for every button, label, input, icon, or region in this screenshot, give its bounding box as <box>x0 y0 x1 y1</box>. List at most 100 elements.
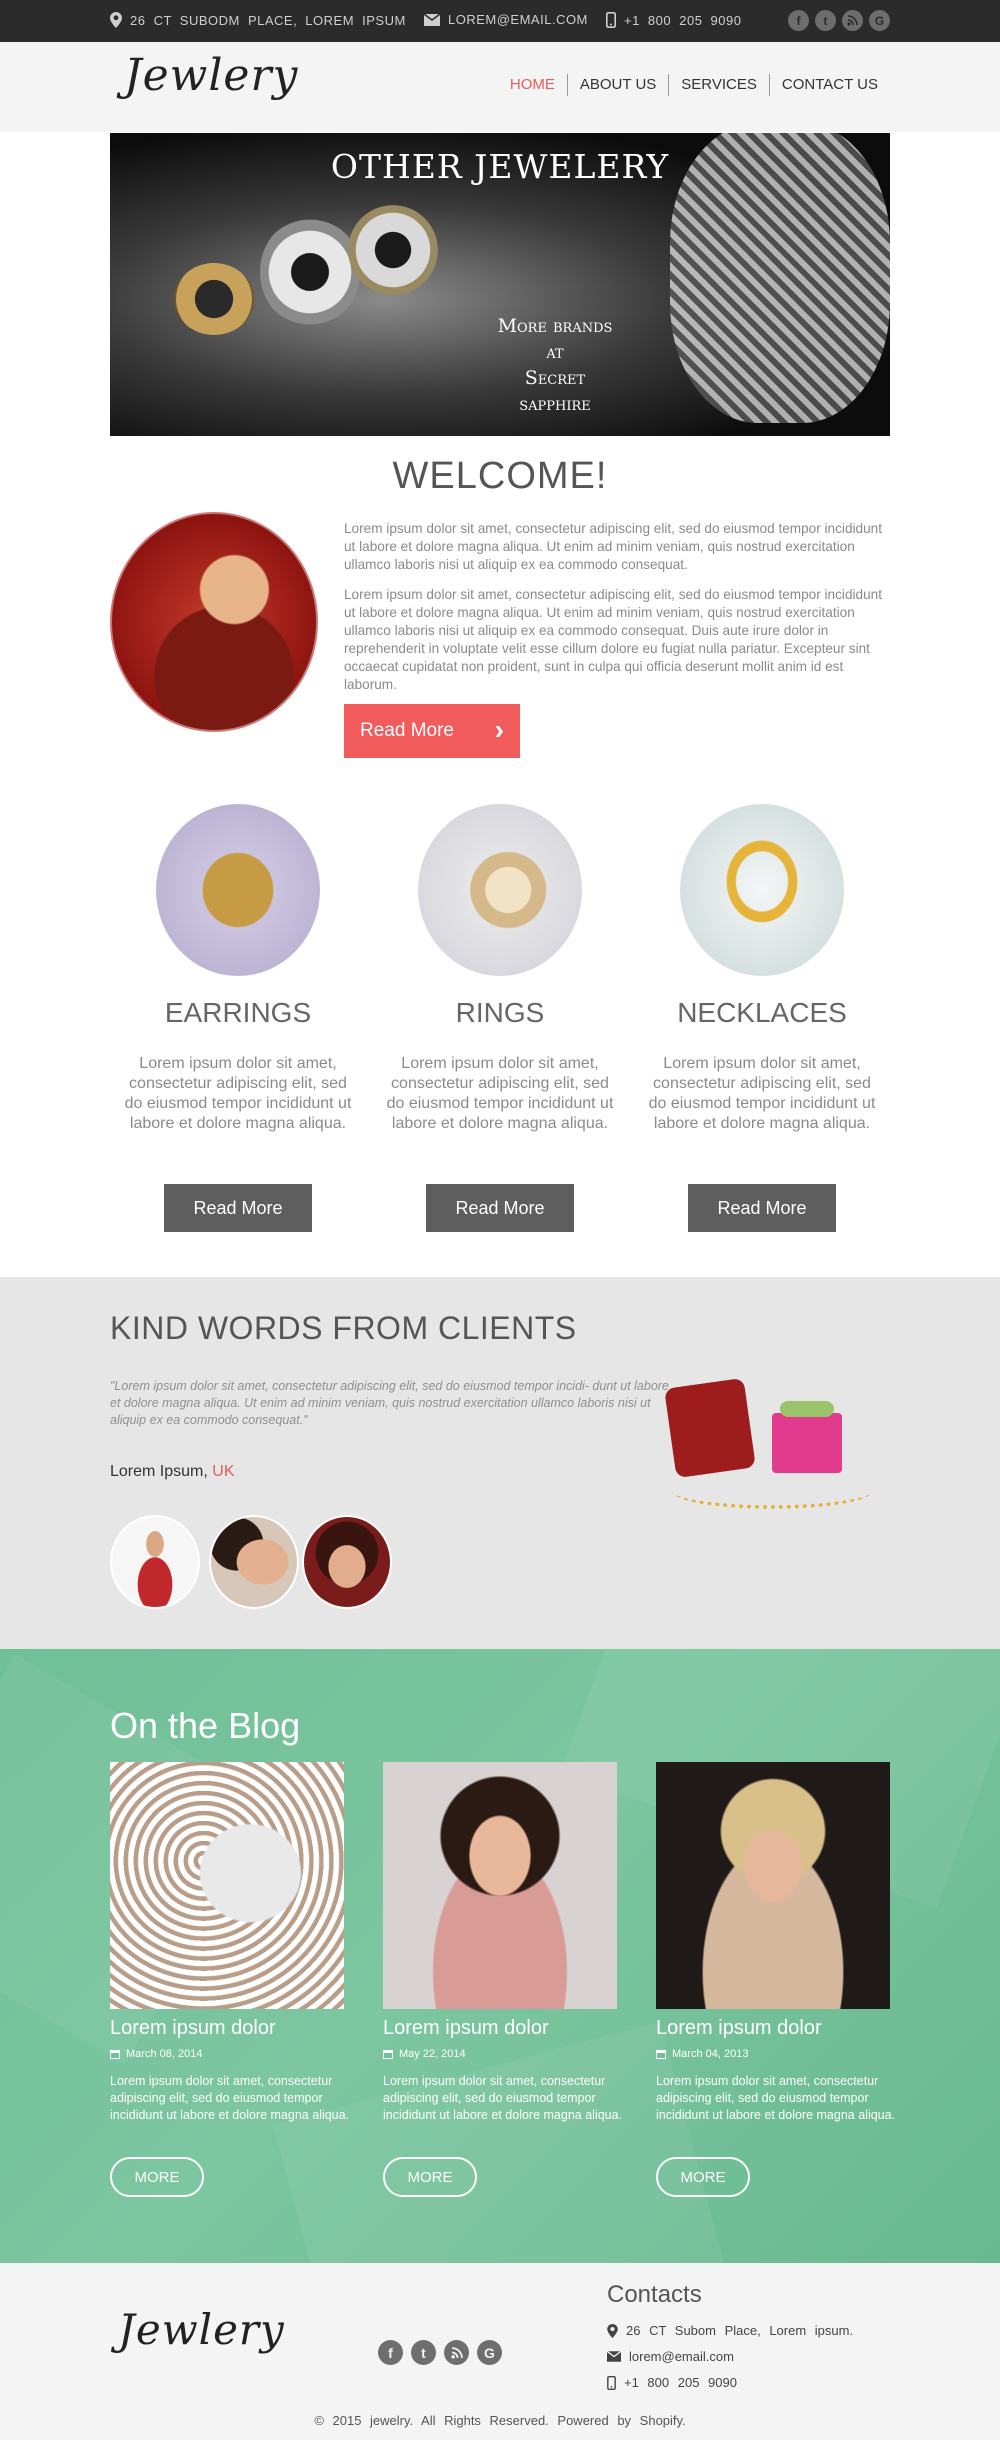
testimonials-section: KIND WORDS FROM CLIENTS "Lorem ipsum dol… <box>0 1277 1000 1649</box>
topbar-address: 26 CT SUBODM PLACE, LOREM IPSUM <box>130 12 406 28</box>
site-logo[interactable]: Jewlery <box>124 50 298 101</box>
ring-image <box>260 217 360 327</box>
calendar-icon <box>110 2050 120 2059</box>
blog-post-image[interactable] <box>110 1762 344 2009</box>
banner-subtitle-line: at <box>546 341 564 363</box>
blog-post-image[interactable] <box>656 1762 890 2009</box>
button-label: Read More <box>360 720 454 741</box>
rings-read-more-button[interactable]: Read More <box>426 1184 574 1232</box>
nav-about-us[interactable]: ABOUT US <box>566 74 668 96</box>
date-text: March 08, 2014 <box>126 2048 203 2060</box>
envelope-icon <box>424 13 440 26</box>
map-pin-icon <box>607 2323 618 2338</box>
envelope-icon <box>607 2351 621 2362</box>
calendar-icon <box>656 2050 666 2059</box>
google-plus-icon[interactable]: G <box>869 10 890 31</box>
banner-subtitle-line: Secret <box>524 367 586 389</box>
topbar-social-links: f t G <box>788 10 890 31</box>
phone-text: +1 800 205 9090 <box>624 2375 737 2390</box>
blog-post-title[interactable]: Lorem ipsum dolor <box>383 2017 549 2040</box>
topbar-email: LOREM@EMAIL.COM <box>448 12 588 27</box>
client-avatar[interactable] <box>302 1515 392 1609</box>
site-header: Jewlery HOME ABOUT US SERVICES CONTACT U… <box>0 42 1000 132</box>
banner-subtitle: More brands at Secret sapphire <box>480 313 630 417</box>
rss-icon[interactable] <box>444 2340 469 2365</box>
facebook-icon[interactable]: f <box>378 2340 403 2365</box>
nav-contact-us[interactable]: CONTACT US <box>768 74 890 96</box>
product-title-earrings: EARRINGS <box>164 997 312 1028</box>
hero-banner[interactable]: OTHER JEWELERY More brands at Secret sap… <box>110 133 890 436</box>
topbar-phone: +1 800 205 9090 <box>624 12 742 28</box>
calendar-icon <box>383 2050 393 2059</box>
phone-info[interactable]: +1 800 205 9090 <box>606 12 741 28</box>
address-info: 26 CT SUBODM PLACE, LOREM IPSUM <box>110 12 406 28</box>
twitter-icon[interactable]: t <box>815 10 836 31</box>
ring-image <box>174 263 254 335</box>
twitter-icon[interactable]: t <box>411 2340 436 2365</box>
footer-social-links: f t G <box>378 2340 502 2365</box>
map-pin-icon <box>110 12 122 28</box>
product-description: Lorem ipsum dolor sit amet, consectetur … <box>124 1055 352 1132</box>
product-title-necklaces: NECKLACES <box>677 997 847 1028</box>
blog-post-date: March 08, 2014 <box>110 2048 202 2060</box>
product-title-rings: RINGS <box>455 997 545 1028</box>
blog-title: On the Blog <box>110 1705 301 1746</box>
footer-phone[interactable]: +1 800 205 9090 <box>607 2375 737 2390</box>
blog-post-excerpt: Lorem ipsum dolor sit amet, consectetur … <box>110 2074 350 2122</box>
banner-subtitle-line: sapphire <box>519 393 591 415</box>
earrings-image[interactable] <box>156 804 320 976</box>
footer-address: 26 CT Subom Place, Lorem ipsum. <box>607 2323 853 2338</box>
model-portrait <box>110 512 318 732</box>
blog-post-title[interactable]: Lorem ipsum dolor <box>656 2017 822 2040</box>
welcome-paragraph: Lorem ipsum dolor sit amet, consectetur … <box>344 587 882 692</box>
google-plus-icon[interactable]: G <box>477 2340 502 2365</box>
facebook-icon[interactable]: f <box>788 10 809 31</box>
top-bar: 26 CT SUBODM PLACE, LOREM IPSUM LOREM@EM… <box>0 0 1000 42</box>
jewelry-box-image <box>662 1373 882 1523</box>
footer-email[interactable]: lorem@email.com <box>607 2349 734 2364</box>
phone-icon <box>607 2375 616 2390</box>
banner-title: OTHER JEWELERY <box>330 147 670 186</box>
blog-post-excerpt: Lorem ipsum dolor sit amet, consectetur … <box>656 2074 896 2122</box>
author-name: Lorem Ipsum, <box>110 1463 208 1480</box>
blog-more-button[interactable]: MORE <box>110 2157 204 2197</box>
client-avatar[interactable] <box>110 1515 200 1609</box>
necklaces-read-more-button[interactable]: Read More <box>688 1184 836 1232</box>
welcome-read-more-button[interactable]: Read More › <box>344 704 520 758</box>
blog-post-date: May 22, 2014 <box>383 2048 466 2060</box>
main-nav: HOME ABOUT US SERVICES CONTACT US <box>498 74 890 96</box>
address-text: 26 CT Subom Place, Lorem ipsum. <box>626 2323 854 2338</box>
welcome-title: WELCOME! <box>392 455 608 497</box>
footer-logo[interactable]: Jewlery <box>118 2305 285 2354</box>
author-location: UK <box>212 1463 235 1480</box>
nav-services[interactable]: SERVICES <box>668 74 769 96</box>
ring-product-image[interactable] <box>418 804 582 976</box>
welcome-paragraph: Lorem ipsum dolor sit amet, consectetur … <box>344 521 882 572</box>
blog-post-excerpt: Lorem ipsum dolor sit amet, consectetur … <box>383 2074 623 2122</box>
testimonials-title: KIND WORDS FROM CLIENTS <box>110 1310 577 1346</box>
date-text: March 04, 2013 <box>672 2048 749 2060</box>
ring-image <box>348 205 438 295</box>
product-description: Lorem ipsum dolor sit amet, consectetur … <box>386 1055 614 1132</box>
blog-post-title[interactable]: Lorem ipsum dolor <box>110 2017 276 2040</box>
email-text: lorem@email.com <box>629 2349 734 2364</box>
email-info[interactable]: LOREM@EMAIL.COM <box>424 12 588 27</box>
testimonial-author: Lorem Ipsum, UK <box>110 1463 235 1481</box>
nav-home[interactable]: HOME <box>498 74 567 96</box>
necklace-image[interactable] <box>680 804 844 976</box>
site-footer: Jewlery f t G Contacts 26 CT Subom Place… <box>0 2263 1000 2440</box>
blog-more-button[interactable]: MORE <box>656 2157 750 2197</box>
contacts-title: Contacts <box>607 2281 702 2308</box>
chevron-right-icon: › <box>494 714 504 745</box>
earrings-read-more-button[interactable]: Read More <box>164 1184 312 1232</box>
rss-icon[interactable] <box>842 10 863 31</box>
phone-icon <box>606 12 616 28</box>
copyright-text: © 2015 jewelry. All Rights Reserved. Pow… <box>314 2413 686 2428</box>
blog-post-date: March 04, 2013 <box>656 2048 748 2060</box>
testimonial-quote: "Lorem ipsum dolor sit amet, consectetur… <box>110 1379 669 1427</box>
banner-subtitle-line: More brands <box>497 315 613 337</box>
client-avatar[interactable] <box>209 1515 299 1609</box>
blog-post-image[interactable] <box>383 1762 617 2009</box>
date-text: May 22, 2014 <box>399 2048 466 2060</box>
blog-more-button[interactable]: MORE <box>383 2157 477 2197</box>
